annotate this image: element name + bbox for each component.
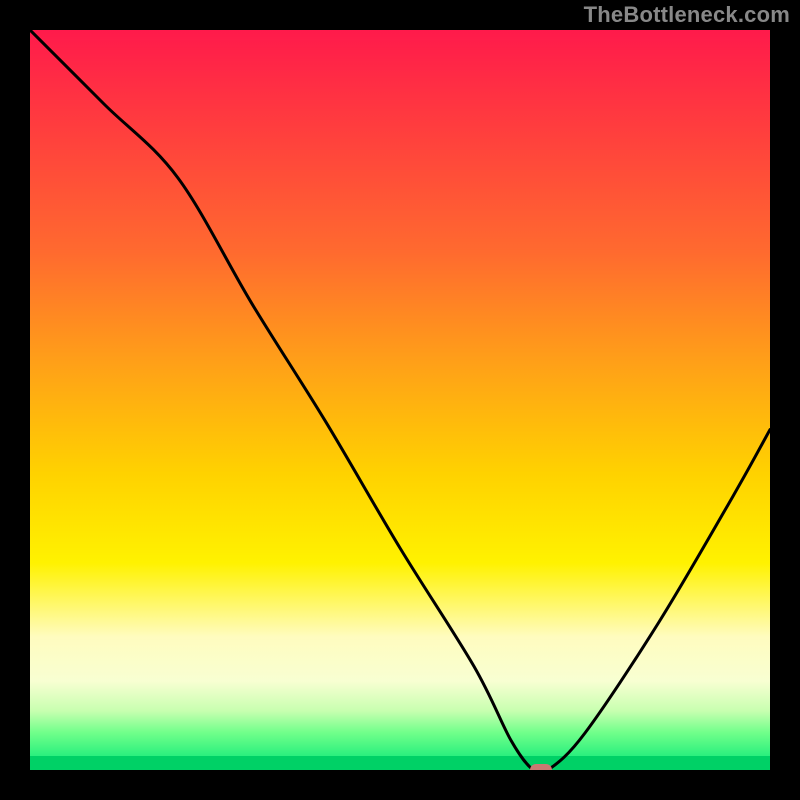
optimal-point-marker [530,764,552,770]
bottleneck-curve [30,30,770,770]
chart-frame: TheBottleneck.com [0,0,800,800]
watermark-text: TheBottleneck.com [584,2,790,28]
plot-area [30,30,770,770]
